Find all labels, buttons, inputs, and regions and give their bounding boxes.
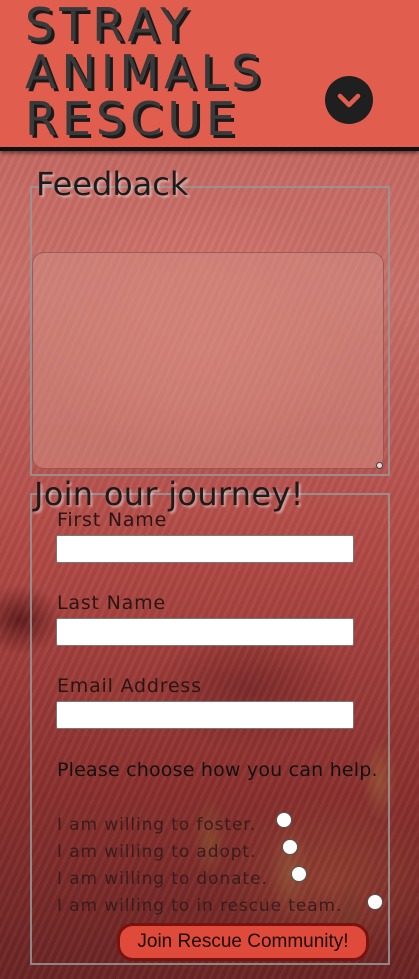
logo-line-3: RESCUE	[25, 92, 241, 146]
option-foster-radio[interactable]	[276, 812, 292, 828]
chevron-down-icon	[337, 93, 361, 108]
feedback-textarea[interactable]	[32, 252, 384, 469]
option-donate-label: I am willing to donate.	[57, 869, 268, 889]
email-input[interactable]	[56, 701, 354, 729]
option-rescue-team-radio[interactable]	[367, 894, 383, 910]
email-label: Email Address	[57, 675, 202, 697]
option-rescue-team-row: I am willing to in rescue team.	[57, 895, 342, 917]
first-name-input[interactable]	[56, 535, 354, 563]
option-donate-row: I am willing to donate.	[57, 868, 268, 890]
option-foster-row: I am willing to foster.	[57, 814, 256, 836]
last-name-label: Last Name	[57, 592, 166, 614]
site-header: STRAY ANIMALS RESCUE	[0, 0, 419, 151]
textarea-resize-handle[interactable]	[376, 462, 383, 469]
site-logo[interactable]: STRAY ANIMALS RESCUE	[25, 2, 265, 143]
logo-line-2: ANIMALS	[25, 45, 266, 99]
first-name-label: First Name	[57, 509, 168, 531]
feedback-heading: Feedback	[36, 165, 189, 203]
join-community-button[interactable]: Join Rescue Community!	[117, 923, 369, 961]
help-prompt: Please choose how you can help.	[57, 759, 378, 781]
last-name-input[interactable]	[56, 618, 354, 646]
option-rescue-team-label: I am willing to in rescue team.	[57, 896, 343, 916]
option-adopt-label: I am willing to adopt.	[57, 842, 257, 862]
option-donate-radio[interactable]	[291, 866, 307, 882]
option-adopt-row: I am willing to adopt.	[57, 841, 256, 863]
option-foster-label: I am willing to foster.	[57, 815, 256, 835]
logo-line-1: STRAY	[25, 0, 194, 52]
option-adopt-radio[interactable]	[282, 839, 298, 855]
nav-menu-button[interactable]	[325, 76, 373, 124]
